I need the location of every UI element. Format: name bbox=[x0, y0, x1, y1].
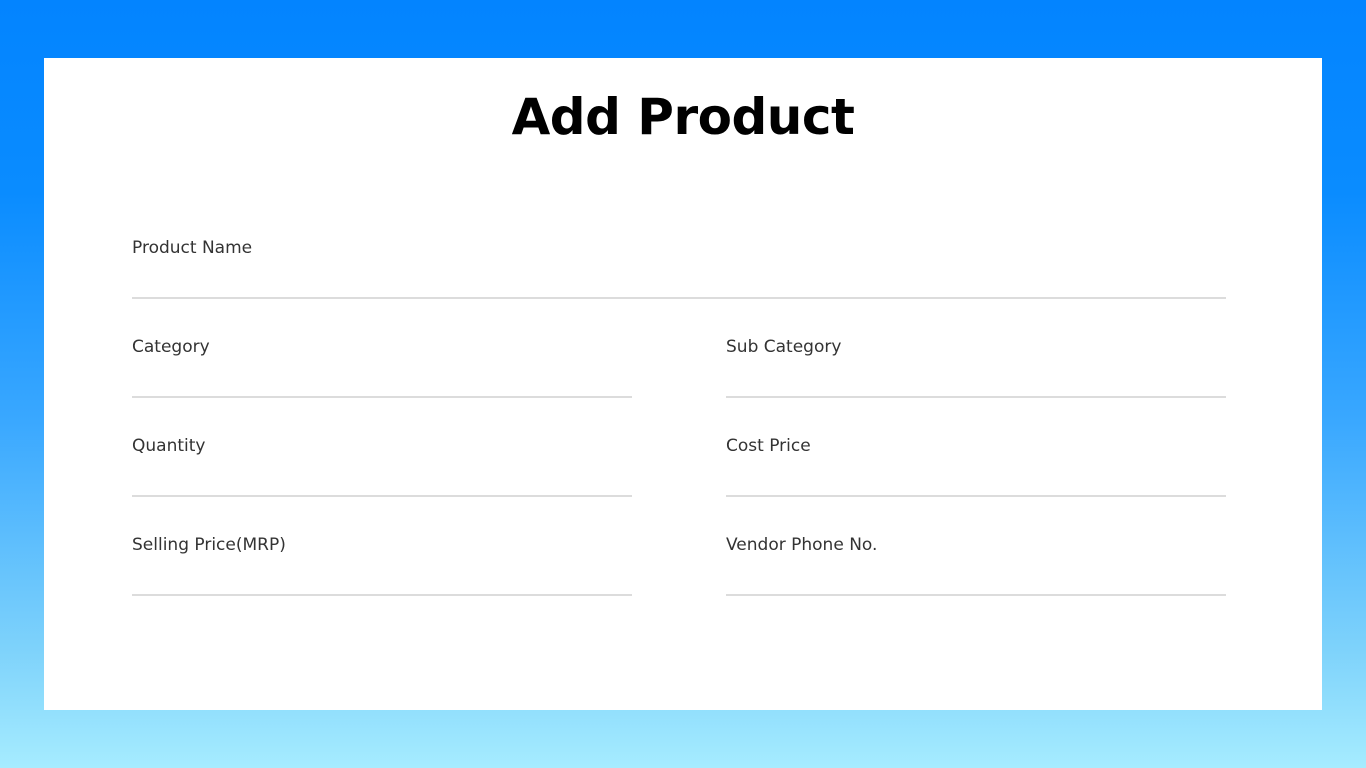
selling-price-field: Selling Price(MRP) bbox=[132, 534, 632, 596]
product-name-field: Product Name bbox=[132, 237, 1226, 299]
quantity-field: Quantity bbox=[132, 435, 632, 497]
add-product-card: Add Product Product Name Category Sub Ca… bbox=[44, 58, 1322, 710]
category-label: Category bbox=[132, 337, 210, 357]
product-name-input[interactable] bbox=[132, 269, 1226, 299]
cost-price-input[interactable] bbox=[726, 467, 1226, 497]
vendor-phone-input[interactable] bbox=[726, 566, 1226, 596]
product-name-label: Product Name bbox=[132, 238, 253, 258]
sub-category-label: Sub Category bbox=[726, 337, 842, 357]
selling-price-label: Selling Price(MRP) bbox=[132, 535, 286, 555]
category-input[interactable] bbox=[132, 368, 632, 398]
category-field: Category bbox=[132, 336, 632, 398]
selling-price-input[interactable] bbox=[132, 566, 632, 596]
vendor-phone-field: Vendor Phone No. bbox=[726, 534, 1226, 596]
quantity-input[interactable] bbox=[132, 467, 632, 497]
page-title: Add Product bbox=[511, 88, 855, 146]
vendor-phone-label: Vendor Phone No. bbox=[726, 535, 878, 555]
quantity-label: Quantity bbox=[132, 436, 206, 456]
cost-price-field: Cost Price bbox=[726, 435, 1226, 497]
sub-category-field: Sub Category bbox=[726, 336, 1226, 398]
sub-category-input[interactable] bbox=[726, 368, 1226, 398]
cost-price-label: Cost Price bbox=[726, 436, 811, 456]
